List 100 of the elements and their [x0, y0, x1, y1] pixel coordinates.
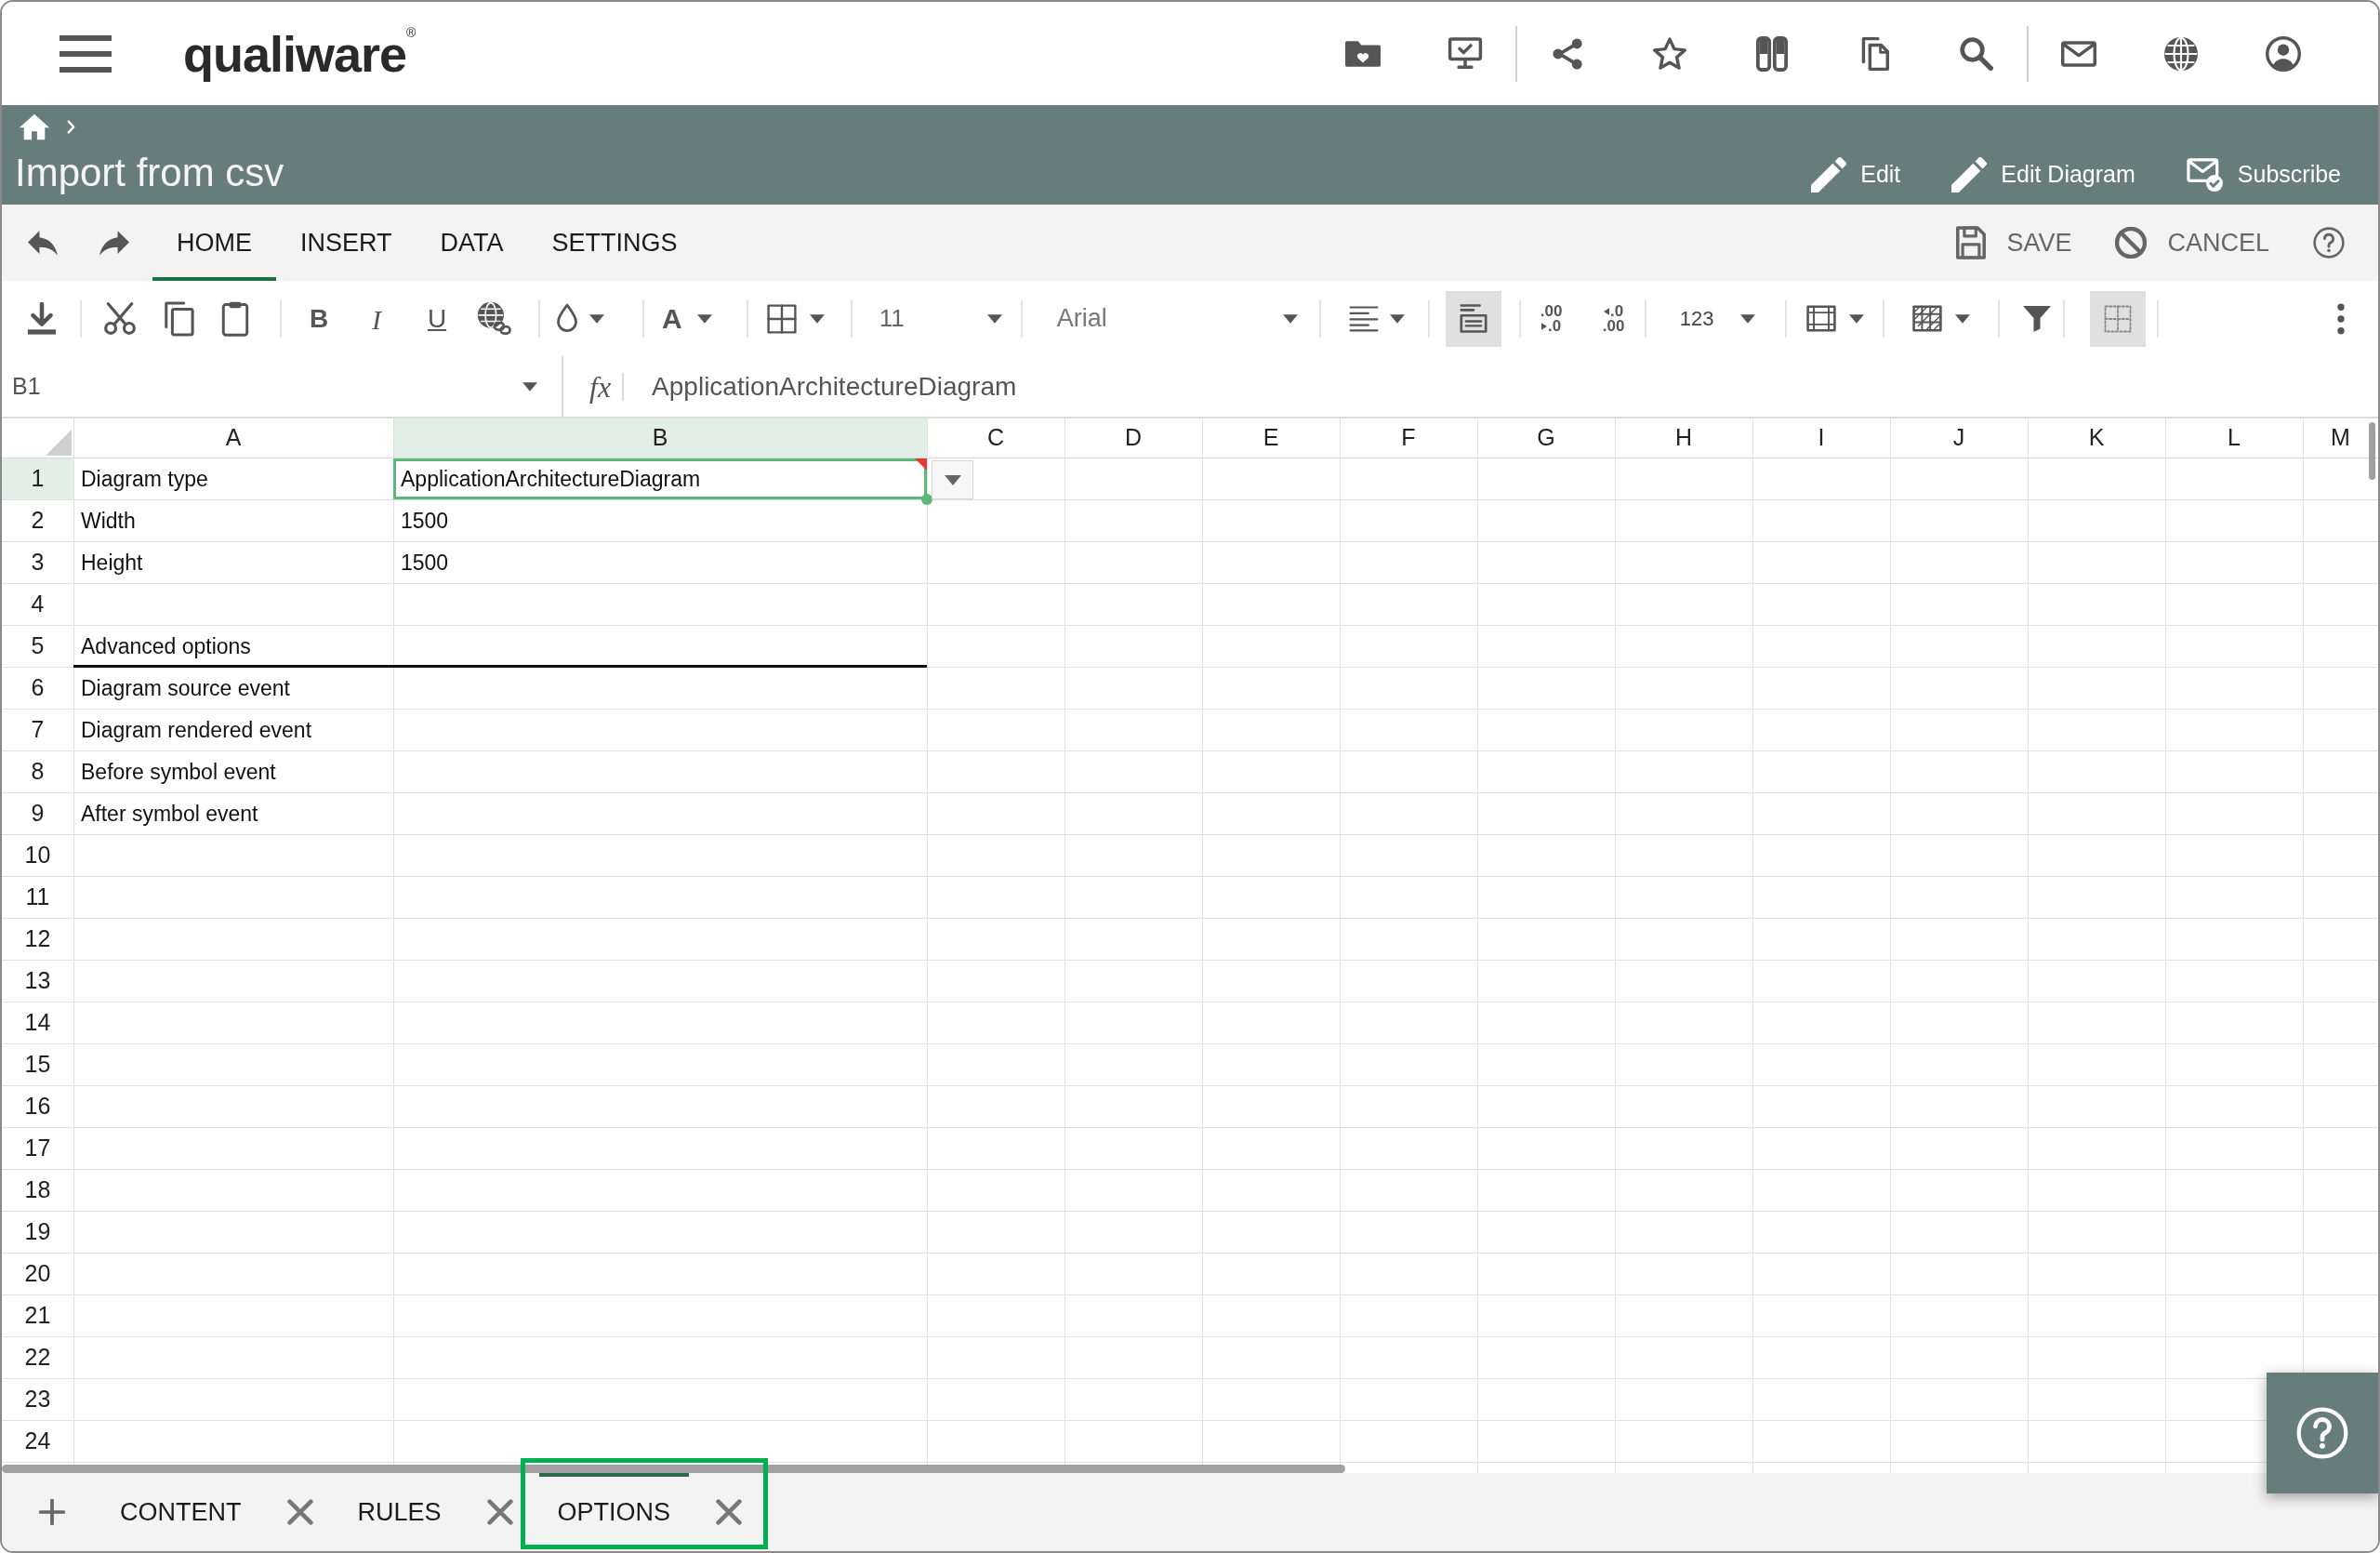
gridlines-toggle[interactable] — [2090, 290, 2147, 347]
cell-reference-field[interactable]: B1 — [2, 356, 563, 417]
columns-icon[interactable] — [1756, 35, 1788, 72]
borders-button[interactable] — [766, 303, 825, 334]
row-header[interactable]: 11 — [2, 877, 73, 918]
redo-icon[interactable] — [99, 230, 129, 256]
decimal-button[interactable]: .00 .0 — [1534, 303, 1568, 334]
header-action-button[interactable]: Edit — [1811, 157, 1901, 192]
close-icon[interactable] — [486, 1499, 513, 1525]
column-header[interactable]: B — [393, 418, 927, 458]
dropdown-button[interactable] — [932, 460, 973, 499]
fill-color-button[interactable] — [556, 302, 604, 335]
row-header[interactable]: 13 — [2, 961, 73, 1002]
row-header[interactable]: 22 — [2, 1337, 73, 1378]
globe-icon[interactable] — [2164, 36, 2198, 71]
clipboard-icon[interactable] — [221, 299, 249, 338]
download-icon[interactable] — [26, 301, 58, 336]
row-header[interactable]: 21 — [2, 1295, 73, 1336]
ribbon-tab[interactable]: INSERT — [276, 205, 416, 281]
triangle-left-icon — [1604, 307, 1610, 315]
table-cell[interactable]: Diagram source event — [73, 668, 393, 709]
undo-icon[interactable] — [28, 230, 58, 256]
close-icon[interactable] — [286, 1499, 313, 1525]
formula-field[interactable]: ApplicationArchitectureDiagram — [652, 356, 2378, 417]
row-header[interactable]: 8 — [2, 751, 73, 792]
ribbon-tab[interactable]: SETTINGS — [527, 205, 702, 281]
row-header[interactable]: 23 — [2, 1379, 73, 1420]
search-icon[interactable] — [1960, 36, 1993, 71]
close-icon[interactable] — [716, 1499, 743, 1525]
row-header[interactable]: 14 — [2, 1002, 73, 1043]
table-cell[interactable]: 1500 — [393, 542, 927, 583]
row-header[interactable]: 1 — [2, 458, 73, 499]
mail-icon[interactable] — [2061, 40, 2096, 67]
ribbon-action-button[interactable]: CANCEL — [2115, 223, 2269, 262]
row-header[interactable]: 17 — [2, 1128, 73, 1169]
filter-icon[interactable] — [2022, 304, 2053, 333]
table-cell[interactable]: After symbol event — [73, 793, 393, 834]
row-header[interactable]: 20 — [2, 1254, 73, 1294]
add-sheet-icon[interactable] — [39, 1499, 65, 1525]
decimal-button[interactable]: .0 .00 — [1596, 303, 1631, 334]
header-action-button[interactable]: Edit Diagram — [1951, 157, 2135, 192]
table-cell[interactable]: Before symbol event — [73, 751, 393, 792]
table-cell[interactable]: Width — [73, 500, 393, 541]
header-action-button[interactable]: Subscribe — [2186, 157, 2341, 192]
menu-icon[interactable] — [60, 34, 112, 73]
help-icon[interactable] — [2313, 227, 2345, 259]
row-header[interactable]: 6 — [2, 668, 73, 709]
help-button[interactable] — [2267, 1373, 2378, 1493]
home-icon[interactable] — [19, 113, 50, 140]
row-header[interactable]: 4 — [2, 584, 73, 625]
share-icon[interactable] — [1552, 36, 1583, 71]
row-header[interactable]: 19 — [2, 1212, 73, 1253]
row-header[interactable]: 18 — [2, 1170, 73, 1211]
table-cell[interactable]: Height — [73, 542, 393, 583]
font-color-button[interactable]: A — [662, 298, 712, 339]
fill-handle[interactable] — [921, 494, 932, 505]
row-header[interactable]: 7 — [2, 710, 73, 750]
sheet-tab[interactable]: OPTIONS — [538, 1473, 690, 1551]
table-cell[interactable]: Diagram rendered event — [73, 710, 393, 750]
row-header[interactable]: 3 — [2, 542, 73, 583]
underline-button[interactable]: U — [420, 298, 454, 339]
number-format-button[interactable]: 123 — [1679, 303, 1756, 334]
font-size-select[interactable]: 11 — [875, 298, 1006, 339]
table-format-button[interactable] — [1806, 305, 1865, 332]
monitor-icon[interactable] — [1448, 37, 1483, 70]
row-header[interactable]: 10 — [2, 835, 73, 876]
ribbon-tab[interactable]: DATA — [416, 205, 528, 281]
vertical-scrollbar[interactable] — [2369, 422, 2375, 480]
italic-button[interactable]: I — [360, 298, 393, 339]
caret-icon — [1849, 313, 1865, 324]
globe-link-icon[interactable] — [477, 300, 512, 337]
align-button[interactable] — [1348, 305, 1405, 332]
table-cell[interactable]: Diagram type — [73, 458, 393, 499]
table-cell[interactable]: ApplicationArchitectureDiagram — [393, 458, 927, 499]
row-header[interactable]: 5 — [2, 626, 73, 667]
more-menu-icon[interactable] — [2337, 302, 2345, 335]
ribbon-action-button[interactable]: SAVE — [1956, 223, 2072, 262]
sheet-tab[interactable]: CONTENT — [101, 1473, 260, 1551]
logo[interactable]: qualiware$^{®}$ — [183, 21, 416, 86]
row-header[interactable]: 9 — [2, 793, 73, 834]
scissors-icon[interactable] — [103, 301, 137, 336]
row-header[interactable]: 16 — [2, 1086, 73, 1127]
font-select[interactable]: Arial — [1052, 298, 1302, 339]
copy-icon[interactable] — [163, 300, 194, 337]
row-header[interactable]: 15 — [2, 1044, 73, 1085]
row-header[interactable]: 12 — [2, 919, 73, 960]
sheet-tab[interactable]: RULES — [338, 1473, 460, 1551]
table-style-button[interactable] — [1912, 305, 1971, 332]
user-icon[interactable] — [2266, 35, 2301, 72]
folder-icon[interactable] — [1345, 40, 1381, 67]
table-cell[interactable]: 1500 — [393, 500, 927, 541]
row-header[interactable]: 24 — [2, 1421, 73, 1462]
table-cell[interactable]: Advanced options — [73, 626, 393, 667]
star-icon[interactable] — [1652, 35, 1687, 72]
pages-icon[interactable] — [1859, 35, 1889, 72]
text-layout-toggle[interactable] — [1445, 290, 1501, 347]
bold-button[interactable]: B — [302, 298, 336, 339]
function-label: fx — [589, 368, 612, 405]
row-header[interactable]: 2 — [2, 500, 73, 541]
horizontal-scrollbar[interactable] — [2, 1465, 1345, 1473]
